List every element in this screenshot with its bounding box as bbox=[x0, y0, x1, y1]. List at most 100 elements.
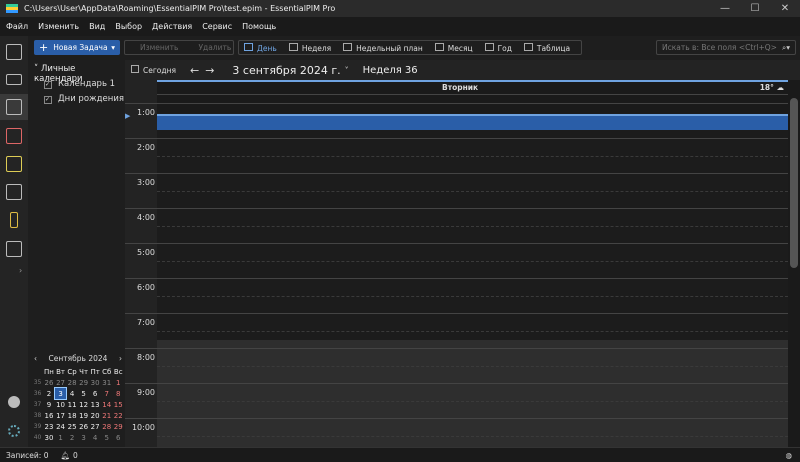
day-cell[interactable]: 27 bbox=[89, 421, 101, 432]
search-icon[interactable]: ⌕▾ bbox=[782, 43, 790, 53]
view-day[interactable]: День bbox=[257, 44, 277, 53]
scrollbar-thumb[interactable] bbox=[790, 98, 798, 268]
globe-icon[interactable]: ◍ bbox=[785, 451, 792, 460]
view-week-plan[interactable]: Недельный план bbox=[356, 44, 423, 53]
day-cell[interactable]: 4 bbox=[66, 388, 78, 399]
day-cell[interactable]: 5 bbox=[101, 432, 113, 443]
date-dropdown-icon[interactable]: ˅ bbox=[345, 66, 349, 75]
day-cell[interactable]: 3 bbox=[53, 387, 68, 400]
day-cell[interactable]: 31 bbox=[101, 377, 113, 388]
hour-row[interactable]: 6:00 bbox=[125, 278, 788, 313]
day-cell[interactable]: 26 bbox=[43, 377, 55, 388]
day-cell[interactable]: 28 bbox=[66, 377, 78, 388]
day-cell[interactable]: 21 bbox=[101, 410, 113, 421]
menu-help[interactable]: Помощь bbox=[242, 22, 276, 31]
delete-button[interactable]: Удалить bbox=[190, 43, 231, 52]
day-cell[interactable]: 3 bbox=[78, 432, 89, 443]
next-day-button[interactable]: → bbox=[205, 64, 214, 77]
edit-button[interactable]: Изменить bbox=[130, 43, 178, 52]
day-cell[interactable]: 22 bbox=[112, 410, 124, 421]
day-cell[interactable]: 29 bbox=[78, 377, 89, 388]
passwords-key-icon[interactable] bbox=[10, 212, 18, 228]
day-cell[interactable]: 9 bbox=[43, 399, 55, 410]
prev-month-button[interactable]: ‹ bbox=[34, 354, 37, 363]
view-month[interactable]: Месяц bbox=[448, 44, 473, 53]
contacts-icon[interactable] bbox=[6, 184, 22, 200]
day-cell[interactable]: 30 bbox=[89, 377, 101, 388]
search-input[interactable]: Искать в: Все поля <Ctrl+Q> ⌕▾ bbox=[656, 40, 796, 55]
day-cell[interactable]: 8 bbox=[112, 388, 124, 399]
day-cell[interactable]: 2 bbox=[43, 388, 55, 399]
vertical-scrollbar[interactable] bbox=[788, 80, 800, 447]
hour-row[interactable]: 7:00 bbox=[125, 313, 788, 348]
view-week[interactable]: Неделя bbox=[302, 44, 331, 53]
day-cell[interactable]: 6 bbox=[89, 388, 101, 399]
inbox-icon[interactable] bbox=[6, 74, 22, 85]
day-cell[interactable]: 1 bbox=[55, 432, 66, 443]
day-cell[interactable]: 18 bbox=[66, 410, 78, 421]
calendar-item[interactable]: ✓ Дни рождения bbox=[44, 94, 124, 104]
day-cell[interactable]: 17 bbox=[55, 410, 66, 421]
day-cell[interactable]: 7 bbox=[101, 388, 113, 399]
hour-row[interactable]: 8:00 bbox=[125, 348, 788, 383]
menu-service[interactable]: Сервис bbox=[202, 22, 232, 31]
today-button[interactable]: Сегодня bbox=[131, 65, 176, 75]
day-cell[interactable]: 29 bbox=[112, 421, 124, 432]
prev-day-button[interactable]: ← bbox=[190, 64, 199, 77]
view-table[interactable]: Таблица bbox=[537, 44, 570, 53]
day-cell[interactable]: 11 bbox=[66, 399, 78, 410]
menu-view[interactable]: Вид bbox=[89, 22, 105, 31]
day-cell[interactable]: 5 bbox=[78, 388, 89, 399]
day-cell[interactable]: 28 bbox=[101, 421, 113, 432]
next-month-button[interactable]: › bbox=[119, 354, 122, 363]
day-cell[interactable]: 27 bbox=[55, 377, 66, 388]
selected-time-slot[interactable] bbox=[157, 114, 788, 130]
hour-row[interactable]: 4:00 bbox=[125, 208, 788, 243]
menu-edit[interactable]: Изменить bbox=[38, 22, 79, 31]
view-year[interactable]: Год bbox=[498, 44, 512, 53]
tasks-icon[interactable] bbox=[6, 128, 22, 144]
day-cell[interactable]: 24 bbox=[55, 421, 66, 432]
hour-row[interactable]: 2:00 bbox=[125, 138, 788, 173]
dropdown-arrow-icon[interactable]: ▾ bbox=[111, 43, 115, 52]
day-cell[interactable]: 19 bbox=[78, 410, 89, 421]
hour-row[interactable]: 9:00 bbox=[125, 383, 788, 418]
calendar-icon[interactable] bbox=[6, 99, 22, 115]
day-cell[interactable]: 13 bbox=[89, 399, 101, 410]
day-cell[interactable]: 4 bbox=[89, 432, 101, 443]
hour-row[interactable]: 3:00 bbox=[125, 173, 788, 208]
checkbox[interactable]: ✓ bbox=[44, 96, 52, 104]
hour-row[interactable]: 10:00 bbox=[125, 418, 788, 447]
day-cell[interactable]: 16 bbox=[43, 410, 55, 421]
day-cell[interactable]: 23 bbox=[43, 421, 55, 432]
hour-row[interactable]: 5:00 bbox=[125, 243, 788, 278]
day-cell[interactable]: 15 bbox=[112, 399, 124, 410]
day-cell[interactable]: 1 bbox=[112, 377, 124, 388]
day-cell[interactable]: 26 bbox=[78, 421, 89, 432]
expand-chevron-icon[interactable]: › bbox=[19, 266, 22, 275]
settings-gear-icon[interactable] bbox=[8, 425, 20, 437]
collapse-chevron-icon[interactable]: ˅ bbox=[34, 64, 41, 74]
calendar-item[interactable]: ✓ Календарь 1 bbox=[44, 79, 115, 89]
day-cell[interactable]: 25 bbox=[66, 421, 78, 432]
user-avatar-icon[interactable] bbox=[8, 396, 20, 408]
day-cell[interactable]: 2 bbox=[66, 432, 78, 443]
day-cell[interactable]: 12 bbox=[78, 399, 89, 410]
day-cell[interactable]: 10 bbox=[55, 399, 66, 410]
trash-icon[interactable] bbox=[6, 241, 22, 257]
day-cell[interactable]: 6 bbox=[112, 432, 124, 443]
day-cell[interactable]: 20 bbox=[89, 410, 101, 421]
maximize-button[interactable]: ☐ bbox=[740, 0, 770, 17]
checkbox[interactable]: ✓ bbox=[44, 81, 52, 89]
close-button[interactable]: ✕ bbox=[770, 0, 800, 17]
minimize-button[interactable]: — bbox=[710, 0, 740, 17]
new-task-button[interactable]: + Новая Задача ▾ bbox=[34, 40, 120, 55]
notes-icon[interactable] bbox=[6, 156, 22, 172]
day-cell[interactable]: 14 bbox=[101, 399, 113, 410]
menu-select[interactable]: Выбор bbox=[115, 22, 142, 31]
home-icon[interactable] bbox=[6, 44, 22, 60]
current-date[interactable]: 3 сентября 2024 г. bbox=[232, 64, 340, 77]
day-cell[interactable]: 30 bbox=[43, 432, 55, 443]
menu-file[interactable]: Файл bbox=[6, 22, 28, 31]
menu-actions[interactable]: Действия bbox=[152, 22, 192, 31]
